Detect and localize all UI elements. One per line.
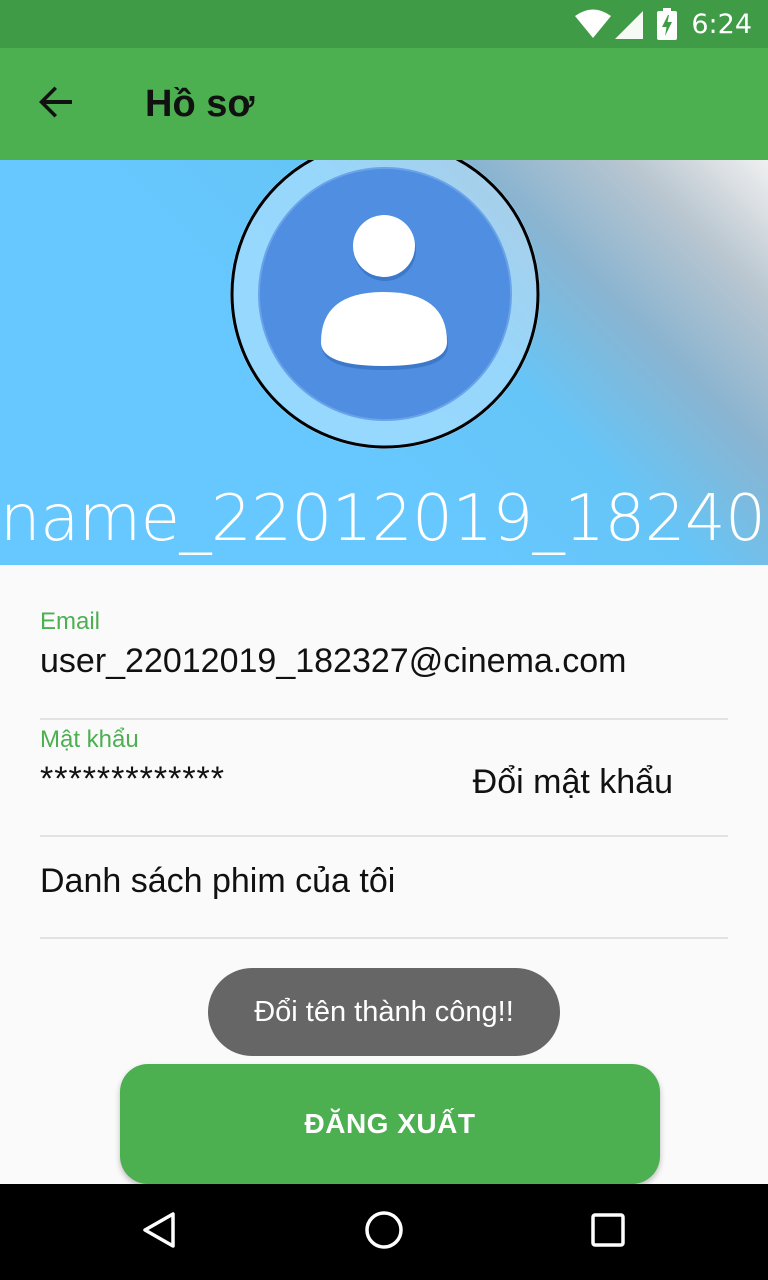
navigation-bar [0, 1184, 768, 1280]
app-bar: Hồ sơ [0, 48, 768, 160]
my-movies-link[interactable]: Danh sách phim của tôi [40, 862, 395, 901]
nav-home-button[interactable] [336, 1184, 432, 1280]
signal-icon [615, 9, 644, 39]
wifi-icon [575, 9, 612, 39]
toast-message: Đổi tên thành công!! [208, 968, 560, 1056]
back-triangle-icon [140, 1210, 180, 1255]
recents-square-icon [590, 1212, 626, 1253]
status-bar: 6:24 [0, 0, 768, 48]
profile-screen: 6:24 Hồ sơ name_22012019_182408 Email us… [0, 0, 768, 1280]
divider [40, 718, 728, 720]
status-icons: 6:24 [575, 0, 752, 48]
back-button[interactable] [24, 76, 88, 132]
change-password-link[interactable]: Đổi mật khẩu [473, 763, 673, 802]
clock: 6:24 [691, 8, 752, 40]
home-circle-icon [364, 1210, 404, 1255]
password-label: Mật khẩu [40, 726, 139, 753]
divider [40, 937, 728, 939]
person-avatar-icon [230, 160, 540, 449]
page-title: Hồ sơ [145, 83, 255, 125]
nav-recents-button[interactable] [560, 1184, 656, 1280]
divider [40, 835, 728, 837]
profile-name[interactable]: name_22012019_182408 [0, 482, 768, 556]
arrow-back-icon [38, 84, 74, 125]
logout-button[interactable]: ĐĂNG XUẤT [120, 1064, 660, 1184]
profile-header: name_22012019_182408 [0, 160, 768, 565]
battery-charging-icon [657, 8, 678, 40]
email-label: Email [40, 608, 101, 635]
avatar[interactable] [229, 160, 541, 450]
email-field: Email user_22012019_182327@cinema.com [40, 608, 728, 681]
nav-back-button[interactable] [112, 1184, 208, 1280]
email-value: user_22012019_182327@cinema.com [40, 642, 627, 680]
